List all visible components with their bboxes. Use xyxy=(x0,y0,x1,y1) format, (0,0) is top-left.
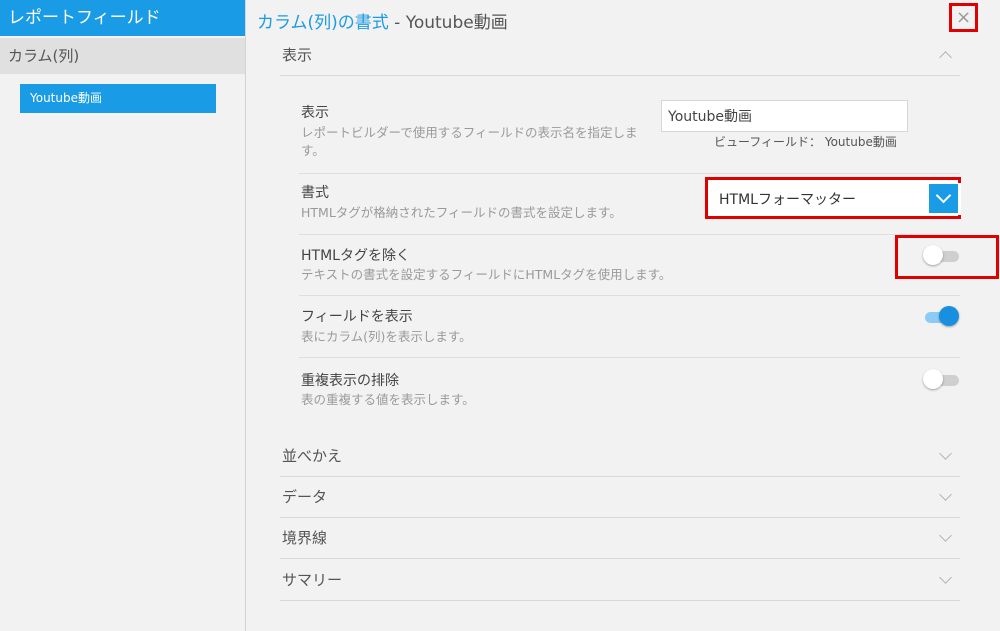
chevron-down-icon xyxy=(939,529,952,542)
row-strip-html: HTMLタグを除く テキストの書式を設定するフィールドにHTMLタグを使用します… xyxy=(299,235,960,296)
chevron-down-icon xyxy=(939,571,952,584)
row-show-field: フィールドを表示 表にカラム(列)を表示します。 xyxy=(299,296,960,358)
dedupe-label: 重複表示の排除 xyxy=(301,373,399,389)
section-data-label: データ xyxy=(282,488,328,506)
section-summary-label: サマリー xyxy=(282,571,343,589)
strip-html-desc: テキストの書式を設定するフィールドにHTMLタグを使用します。 xyxy=(301,267,672,282)
section-data[interactable]: データ xyxy=(280,478,960,518)
format-label: 書式 xyxy=(301,185,329,201)
section-sort[interactable]: 並べかえ xyxy=(280,437,960,477)
chevron-down-icon xyxy=(939,447,952,460)
section-borders-label: 境界線 xyxy=(282,529,328,547)
section-borders[interactable]: 境界線 xyxy=(280,519,960,559)
sidebar: レポートフィールド カラム(列) Youtube動画 xyxy=(0,0,246,631)
format-select-value: HTMLフォーマッター xyxy=(719,192,856,208)
row-dedupe: 重複表示の排除 表の重複する値を表示します。 xyxy=(299,358,960,422)
chevron-up-icon xyxy=(939,51,952,64)
section-summary[interactable]: サマリー xyxy=(280,561,960,601)
sidebar-title: レポートフィールド xyxy=(0,0,245,36)
toggle-knob xyxy=(939,306,959,326)
show-field-toggle[interactable] xyxy=(921,306,959,328)
view-field-note: ビューフィールド： Youtube動画 xyxy=(714,135,897,149)
section-sort-label: 並べかえ xyxy=(282,447,343,465)
display-name-input[interactable] xyxy=(661,100,908,132)
display-name-desc-2: す。 xyxy=(301,143,325,158)
chevron-down-icon[interactable] xyxy=(929,184,958,213)
panel-title-field: - Youtube動画 xyxy=(388,13,508,33)
sidebar-section-columns[interactable]: カラム(列) xyxy=(0,38,245,74)
panel-title-accent: カラム(列)の書式 xyxy=(257,13,389,33)
panel-title: カラム(列)の書式 - Youtube動画 xyxy=(257,8,508,33)
section-display-label: 表示 xyxy=(282,46,313,64)
chevron-down-icon xyxy=(939,488,952,501)
display-name-desc-1: レポートビルダーで使用するフィールドの表示名を指定しま xyxy=(301,125,638,140)
toggle-knob xyxy=(923,369,943,389)
show-field-label: フィールドを表示 xyxy=(301,309,413,325)
format-select[interactable]: HTMLフォーマッター xyxy=(711,183,961,215)
show-field-desc: 表にカラム(列)を表示します。 xyxy=(301,329,472,344)
sidebar-item-youtube[interactable]: Youtube動画 xyxy=(20,84,216,113)
dedupe-desc: 表の重複する値を表示します。 xyxy=(301,392,475,407)
strip-html-toggle[interactable] xyxy=(923,245,961,267)
format-desc: HTMLタグが格納されたフィールドの書式を設定します。 xyxy=(301,205,622,220)
display-name-label: 表示 xyxy=(301,105,329,121)
close-icon: × xyxy=(955,7,972,28)
section-display[interactable]: 表示 xyxy=(280,36,960,76)
format-panel: カラム(列)の書式 - Youtube動画 × 表示 表示 レポートビルダーで使… xyxy=(246,0,1000,631)
toggle-knob xyxy=(923,245,943,265)
close-button[interactable]: × xyxy=(949,3,978,32)
strip-html-label: HTMLタグを除く xyxy=(301,248,410,264)
dedupe-toggle[interactable] xyxy=(923,369,961,391)
